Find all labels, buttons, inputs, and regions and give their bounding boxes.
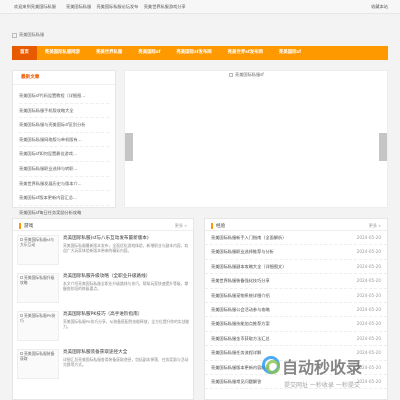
experience-row[interactable]: 亮美国际私服副本攻略大全（详细图文） 2024-05-20 — [205, 260, 387, 275]
game-item[interactable]: 亮美国际私服升级攻略 亮美国际私服升级攻略（全职业升级路线） 本文介绍亮美国际私… — [17, 273, 189, 307]
games-title: 游戏 — [19, 223, 33, 229]
nav-item[interactable]: 亮美世界私服 — [88, 46, 130, 60]
article-link[interactable]: 亮美国际sf版本更新内容汇总... — [19, 191, 109, 206]
games-more-link[interactable]: 更多 » — [175, 223, 187, 229]
broken-image-icon — [20, 352, 23, 355]
nav-item[interactable]: 亮美国际sf发布网 — [168, 46, 219, 60]
banner-image: 亮美国际私服sf — [229, 71, 299, 79]
experience-row[interactable]: 亮美国际私服宠物系统详细介绍 2024-05-20 — [205, 289, 387, 303]
watermark-main-text: 自动秒收录 — [282, 358, 363, 377]
experience-row[interactable]: 亮美国际私服职业选择推荐与分析 2024-05-20 — [205, 245, 387, 260]
top-link[interactable]: 亮美世界私服游戏分享 — [144, 4, 186, 9]
banner-slider[interactable]: 亮美国际私服sf — [124, 70, 388, 208]
games-panel: 游戏 更多 » 亮美国际私服sf与大乐互动 亮美国际私服(sf与八乐互动发布最新… — [12, 218, 194, 400]
game-item[interactable]: 亮美国际私服sf与大乐互动 亮美国际私服(sf与八乐互动发布最新版本) 亮美国际… — [17, 235, 189, 269]
slider-prev-button[interactable] — [125, 133, 133, 161]
game-title[interactable]: 亮美国际私服PK技巧（高手进阶指南） — [63, 311, 142, 317]
article-link[interactable]: 亮美国际私服手机版攻略大全 — [19, 104, 109, 119]
experience-date: 2024-05-20 — [356, 335, 381, 341]
nav-item[interactable]: 亮美国际sf — [130, 46, 168, 60]
experience-date: 2024-05-20 — [356, 278, 381, 284]
thumb-alt-text: 亮美国际私服sf与大乐互动 — [20, 237, 54, 247]
thumb-alt-text: 亮美国际私服PK技巧 — [20, 313, 56, 323]
nav-item[interactable]: 亮美世界sf发布网 — [220, 46, 271, 60]
experience-link[interactable]: 亮美国际私服技能加点推荐方案 — [211, 317, 347, 331]
slider-next-button[interactable] — [379, 133, 387, 161]
latest-articles-list: 亮美国际sf代码设置教程（详细图... 亮美国际私服手机版攻略大全 亮美国际私服… — [13, 85, 115, 224]
game-title[interactable]: 亮美国际私服(sf与八乐互动发布最新版本) — [63, 235, 149, 241]
watermark-sub-text: 提交网址 一秒收录 一秒提交 — [284, 382, 360, 389]
latest-articles-panel: 最新文章 亮美国际sf代码设置教程（详细图... 亮美国际私服手机版攻略大全 亮… — [12, 70, 116, 221]
game-title[interactable]: 亮美国际私服升级攻略（全职业升级路线） — [63, 273, 150, 279]
game-thumbnail[interactable]: 亮美国际私服装备获取 — [17, 349, 59, 379]
article-link[interactable]: 亮美国际sf代码设置教程（详细图... — [19, 89, 109, 104]
article-link[interactable]: 亮美国际sf如何设置最佳游戏... — [19, 147, 109, 162]
experience-date: 2024-05-20 — [356, 249, 381, 255]
experience-row[interactable]: 亮美国际私服金币获取方法汇总 2024-05-20 — [205, 332, 387, 347]
game-description: 亮美国际私服PK技巧分享，从装备搭配到技能释放，全方位提升你的实战能力。 — [63, 319, 190, 330]
experience-link[interactable]: 亮美世界私服装备强化技巧分享 — [211, 274, 347, 288]
game-title[interactable]: 亮美国际私服装备获取途径大全 — [63, 349, 127, 355]
latest-articles-title: 最新文章 — [13, 71, 115, 85]
article-link[interactable]: 亮美国际私服职业选择与转职... — [19, 162, 109, 177]
game-thumbnail[interactable]: 亮美国际私服升级攻略 — [17, 273, 59, 303]
experience-date: 2024-05-20 — [356, 263, 381, 269]
game-item[interactable]: 亮美国际私服PK技巧 亮美国际私服PK技巧（高手进阶指南） 亮美国际私服PK技巧… — [17, 311, 189, 345]
game-description: 亮美国际私服最新版本发布，全面优化游戏体验，新增职业与副本内容，欢迎广大玩家体验… — [63, 243, 189, 254]
game-item[interactable]: 亮美国际私服装备获取 亮美国际私服装备获取途径大全 详细汇总亮美国际私服各类装备… — [17, 349, 189, 383]
experience-row[interactable]: 亮美国际私服公会活动参与攻略 2024-05-20 — [205, 303, 387, 318]
game-description: 本文介绍亮美国际私服全职业升级路线与技巧，帮助玩家快速提升等级，掌握各阶段的练级… — [63, 281, 189, 292]
experience-date: 2024-05-20 — [356, 235, 381, 240]
top-links: 亮美国际私服 亮美国际私服论坛发布 亮美世界私服游戏分享 — [66, 4, 190, 10]
top-bar: 欢迎来到亮美国际私服 亮美国际私服 亮美国际私服论坛发布 亮美世界私服游戏分享 … — [0, 0, 400, 14]
site-logo[interactable]: 亮美国际私服 — [12, 30, 132, 40]
experience-link[interactable]: 亮美国际私服宠物系统详细介绍 — [211, 289, 347, 303]
article-link[interactable]: 亮美国际私服与亮美国际sf区别分析 — [19, 118, 109, 133]
experience-row[interactable]: 亮美国际私服技能加点推荐方案 2024-05-20 — [205, 317, 387, 332]
nav-item[interactable]: 亮美国际私服网游 — [37, 46, 88, 60]
experience-link[interactable]: 亮美国际私服新手入门指南（全面解析） — [211, 231, 347, 245]
experience-row[interactable]: 亮美世界私服装备强化技巧分享 2024-05-20 — [205, 274, 387, 289]
banner-alt-text: 亮美国际私服sf — [235, 72, 264, 77]
game-thumbnail[interactable]: 亮美国际私服sf与大乐互动 — [17, 235, 59, 265]
game-thumbnail[interactable]: 亮美国际私服PK技巧 — [17, 311, 59, 341]
logo-alt-text: 亮美国际私服 — [19, 32, 45, 37]
experience-link[interactable]: 亮美国际私服职业选择推荐与分析 — [211, 245, 347, 259]
experience-more-link[interactable]: 更多 » — [369, 223, 381, 229]
broken-image-icon — [229, 73, 233, 77]
experience-link[interactable]: 亮美国际私服公会活动参与攻略 — [211, 303, 347, 317]
nav-item-home[interactable]: 首页 — [12, 46, 37, 60]
thumb-alt-text: 亮美国际私服升级攻略 — [20, 275, 55, 285]
watermark-overlay: 自动秒收录 提交网址 一秒收录 一秒提交 — [262, 354, 400, 400]
top-link[interactable]: 亮美国际私服 — [66, 4, 91, 9]
experience-date: 2024-05-20 — [356, 306, 381, 312]
favorite-link[interactable]: 收藏本站 — [371, 4, 388, 10]
experience-link[interactable]: 亮美国际私服金币获取方法汇总 — [211, 332, 347, 346]
article-link[interactable]: 亮美世界私服发展历史与版本介... — [19, 177, 109, 192]
broken-image-icon — [20, 238, 23, 241]
broken-image-icon — [20, 276, 23, 279]
experience-date: 2024-05-20 — [356, 321, 381, 327]
broken-image-icon — [12, 32, 17, 38]
experience-title: 经验 — [211, 223, 225, 229]
top-link[interactable]: 亮美国际私服论坛发布 — [96, 4, 138, 9]
article-link[interactable]: 亮美国际私服网络版与单机版有... — [19, 133, 109, 148]
games-header: 游戏 更多 » — [13, 219, 193, 231]
thumb-alt-text: 亮美国际私服装备获取 — [20, 351, 55, 361]
welcome-text: 欢迎来到亮美国际私服 — [14, 4, 56, 9]
experience-date: 2024-05-20 — [356, 292, 381, 298]
experience-header: 经验 更多 » — [205, 219, 387, 231]
watermark-logo-icon — [266, 360, 280, 374]
main-nav: 首页 亮美国际私服网游 亮美世界私服 亮美国际sf 亮美国际sf发布网 亮美世界… — [12, 46, 388, 60]
broken-image-icon — [20, 314, 23, 317]
game-description: 详细汇总亮美国际私服各类装备获取途径，包括副本掉落、任务奖励与活动兑换等方式。 — [63, 357, 189, 368]
experience-row[interactable]: 亮美国际私服新手入门指南（全面解析） 2024-05-20 — [205, 231, 387, 246]
nav-item[interactable]: 亮美国际sf — [271, 46, 309, 60]
experience-link[interactable]: 亮美国际私服副本攻略大全（详细图文） — [211, 260, 347, 274]
